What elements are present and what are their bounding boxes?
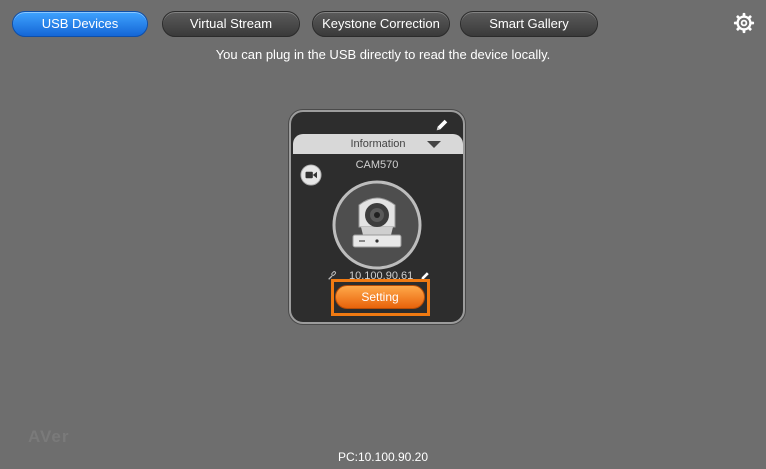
- setting-button[interactable]: Setting: [335, 285, 425, 309]
- tab-usb-devices[interactable]: USB Devices: [12, 11, 148, 37]
- information-dropdown[interactable]: Information: [293, 134, 463, 154]
- gear-icon[interactable]: [733, 12, 755, 34]
- camera-device-image: [332, 180, 422, 270]
- page-subtitle: You can plug in the USB directly to read…: [215, 47, 551, 62]
- video-camera-icon[interactable]: [300, 164, 322, 186]
- tab-virtual-stream[interactable]: Virtual Stream: [162, 11, 300, 37]
- tab-keystone-correction[interactable]: Keystone Correction: [312, 11, 450, 37]
- pencil-icon[interactable]: [435, 118, 449, 132]
- triangle-down-icon: [427, 141, 441, 148]
- pc-ip-footer: PC:10.100.90.20: [337, 450, 429, 464]
- brand-logo: AVer: [28, 427, 70, 446]
- information-label: Information: [350, 138, 406, 150]
- tab-smart-gallery[interactable]: Smart Gallery: [460, 11, 598, 37]
